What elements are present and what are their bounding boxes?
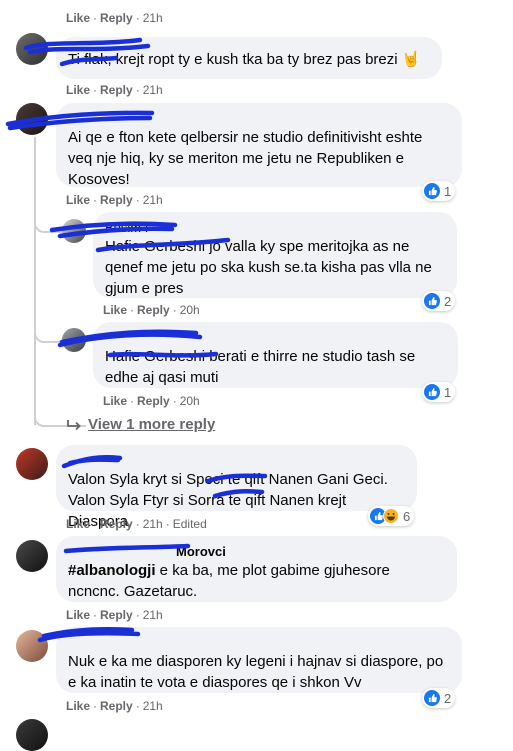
timestamp[interactable]: 21h: [143, 699, 163, 713]
reaction-number: 2: [444, 690, 452, 706]
reaction-count[interactable]: 2: [422, 688, 456, 708]
like-reaction-icon: [424, 183, 440, 199]
avatar[interactable]: [16, 630, 48, 662]
like-link[interactable]: Like: [103, 303, 127, 317]
comment-text: Ai qe e fton kete qelbersir ne studio de…: [68, 129, 423, 188]
view-more-replies-link[interactable]: View 1 more reply: [88, 416, 215, 433]
reply-bubble: Besim I Hafie Gerbeshi jo valla ky spe m…: [93, 212, 457, 298]
reply-link[interactable]: Reply: [100, 193, 133, 207]
reply-link[interactable]: Reply: [137, 394, 170, 408]
reaction-number: 6: [403, 508, 411, 524]
reaction-count[interactable]: 1: [422, 181, 456, 201]
avatar[interactable]: [62, 328, 86, 352]
timestamp[interactable]: 21h: [143, 517, 163, 531]
reply-bubble: Hafie Gerbeshi berati e thirre ne studio…: [93, 322, 458, 388]
timestamp[interactable]: 21h: [143, 83, 163, 97]
comment-author[interactable]: [68, 453, 405, 469]
like-reaction-icon: [424, 384, 440, 400]
like-link[interactable]: Like: [66, 11, 90, 25]
haha-reaction-icon: [383, 508, 399, 524]
comment-bubble: Valon Syla kryt si Speci te qift Nanen G…: [56, 445, 417, 530]
reaction-number: 1: [444, 384, 452, 400]
reply-link[interactable]: Reply: [137, 303, 170, 317]
like-link[interactable]: Like: [66, 517, 90, 531]
comment-bubble: Ai qe e fton kete qelbersir ne studio de…: [56, 103, 462, 188]
like-link[interactable]: Like: [66, 699, 90, 713]
timestamp[interactable]: 21h: [143, 11, 163, 25]
reaction-count[interactable]: 2: [422, 291, 456, 311]
timestamp[interactable]: 20h: [180, 303, 200, 317]
avatar[interactable]: [16, 33, 48, 65]
reaction-number: 2: [444, 293, 452, 309]
comment-meta: Like · Reply · 20h: [103, 394, 200, 408]
avatar[interactable]: [16, 540, 48, 572]
avatar[interactable]: [16, 719, 48, 751]
comment-text: Ti flak, krejt ropt ty e kush tka ba ty …: [68, 51, 421, 68]
like-link[interactable]: Like: [103, 394, 127, 408]
reply-link[interactable]: Reply: [100, 11, 133, 25]
like-reaction-icon: [424, 690, 440, 706]
comment-meta: Like · Reply · 21h: [66, 193, 163, 207]
comment-meta: Like · Reply · 21h · Edited: [66, 517, 207, 531]
reply-arrow-icon: [66, 418, 82, 436]
comment-author[interactable]: Besim I: [105, 220, 445, 236]
avatar[interactable]: [16, 103, 48, 135]
reaction-count[interactable]: 6: [368, 506, 415, 526]
comment-meta: Like · Reply · 20h: [103, 303, 200, 317]
comment-text: Hafie Gerbeshi jo valla ky spe meritojka…: [105, 238, 432, 297]
comment-author[interactable]: [105, 330, 446, 346]
like-reaction-icon: [424, 293, 440, 309]
comment-meta: Like · Reply · 21h: [66, 608, 163, 622]
avatar[interactable]: [16, 448, 48, 480]
avatar[interactable]: [62, 219, 86, 243]
timestamp[interactable]: 21h: [143, 608, 163, 622]
like-link[interactable]: Like: [66, 193, 90, 207]
comment-bubble: Nuk e ka me diasporen ky legeni i hajnav…: [56, 627, 462, 693]
like-link[interactable]: Like: [66, 608, 90, 622]
reply-link[interactable]: Reply: [100, 699, 133, 713]
comment-text: Nuk e ka me diasporen ky legeni i hajnav…: [68, 653, 444, 691]
reaction-number: 1: [444, 183, 452, 199]
like-link[interactable]: Like: [66, 83, 90, 97]
comment-meta: Like · Reply · 21h: [66, 699, 163, 713]
reply-link[interactable]: Reply: [100, 517, 133, 531]
comment-author[interactable]: [68, 111, 450, 127]
timestamp[interactable]: 21h: [143, 193, 163, 207]
timestamp[interactable]: 20h: [180, 394, 200, 408]
edited-label: Edited: [172, 517, 207, 531]
comment-author[interactable]: [68, 635, 450, 651]
comment-meta: Like · Reply · 21h: [66, 11, 163, 25]
comment-bubble: Morovci #albanologji e ka ba, me plot ga…: [56, 536, 457, 602]
hashtag-link[interactable]: #albanologji: [68, 562, 156, 579]
reply-link[interactable]: Reply: [100, 83, 133, 97]
comment-bubble: Ti flak, krejt ropt ty e kush tka ba ty …: [56, 37, 442, 79]
comment-meta: Like · Reply · 21h: [66, 83, 163, 97]
comment-text: Hafie Gerbeshi berati e thirre ne studio…: [105, 348, 416, 386]
reaction-count[interactable]: 1: [422, 382, 456, 402]
comment-text-line: Valon Syla kryt si Speci te qift Nanen G…: [68, 471, 388, 488]
comment-author[interactable]: Morovci: [68, 544, 445, 560]
reply-link[interactable]: Reply: [100, 608, 133, 622]
thread-line: [34, 200, 64, 233]
